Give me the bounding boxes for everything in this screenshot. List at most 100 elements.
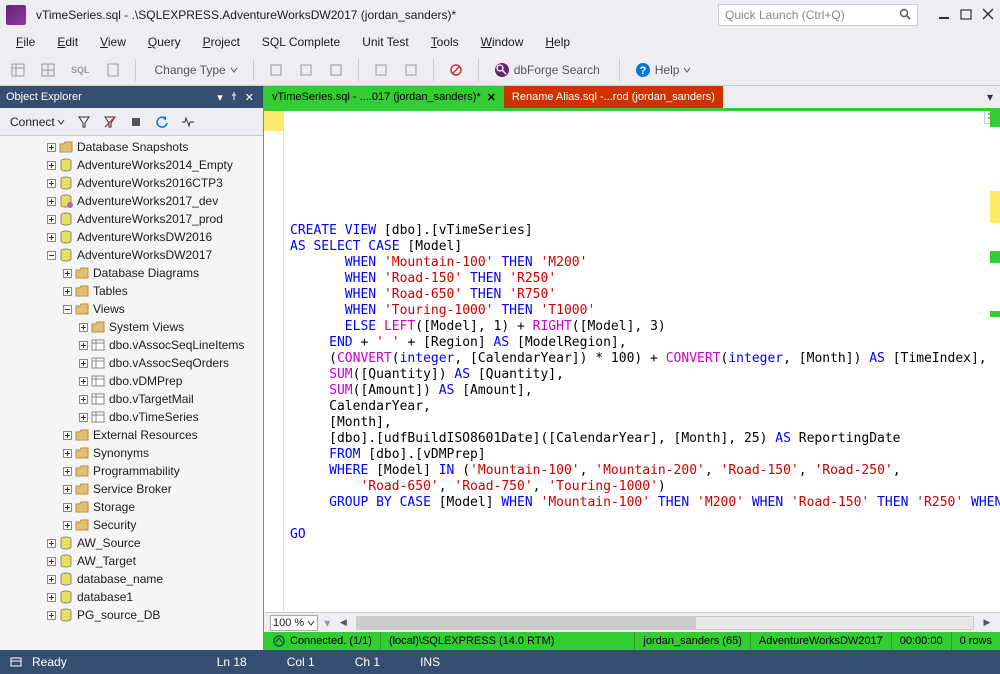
tree-node[interactable]: AdventureWorksDW2017 <box>0 246 263 264</box>
toolbar-cancel-icon[interactable] <box>444 59 468 81</box>
tree-node[interactable]: Programmability <box>0 462 263 480</box>
tree-node[interactable]: Views <box>0 300 263 318</box>
tree-toggle-icon[interactable] <box>76 356 90 370</box>
toolbar-icon-1[interactable] <box>264 59 288 81</box>
oe-refresh-icon[interactable] <box>151 111 173 133</box>
tree-node[interactable]: Service Broker <box>0 480 263 498</box>
panel-pin-icon[interactable] <box>226 91 242 104</box>
menu-query[interactable]: Query <box>138 32 191 52</box>
tree-toggle-icon[interactable] <box>44 212 58 226</box>
close-button[interactable] <box>982 8 994 23</box>
zoom-select[interactable]: 100 % <box>270 615 318 631</box>
tree-toggle-icon[interactable] <box>44 248 58 262</box>
dbforge-search-button[interactable]: dbForge Search <box>489 59 609 81</box>
sql-code[interactable]: CREATE VIEW [dbo].[vTimeSeries]AS SELECT… <box>290 223 1000 543</box>
tree-toggle-icon[interactable] <box>76 320 90 334</box>
tree-toggle-icon[interactable] <box>44 140 58 154</box>
tree-node[interactable]: System Views <box>0 318 263 336</box>
toolbar-icon-5[interactable] <box>399 59 423 81</box>
code-editor[interactable]: CREATE VIEW [dbo].[vTimeSeries]AS SELECT… <box>264 111 1000 612</box>
tree-node[interactable]: Synonyms <box>0 444 263 462</box>
tree-node[interactable]: Tables <box>0 282 263 300</box>
tree-toggle-icon[interactable] <box>44 158 58 172</box>
tree-toggle-icon[interactable] <box>60 482 74 496</box>
tree-node[interactable]: AdventureWorks2017_prod <box>0 210 263 228</box>
menu-file[interactable]: File <box>6 32 45 52</box>
quick-launch-input[interactable]: Quick Launch (Ctrl+Q) <box>718 4 918 26</box>
menu-view[interactable]: View <box>90 32 136 52</box>
tree-node[interactable]: AdventureWorks2016CTP3 <box>0 174 263 192</box>
tree-toggle-icon[interactable] <box>76 392 90 406</box>
tree-toggle-icon[interactable] <box>44 590 58 604</box>
tree-node[interactable]: dbo.vAssocSeqLineItems <box>0 336 263 354</box>
toolbar-icon-3[interactable] <box>324 59 348 81</box>
oe-stop-icon[interactable] <box>125 111 147 133</box>
menu-sqlcomplete[interactable]: SQL Complete <box>252 32 350 52</box>
horizontal-scrollbar[interactable] <box>356 616 974 630</box>
menu-unit-test[interactable]: Unit Test <box>352 32 418 52</box>
minimize-button[interactable] <box>938 8 950 23</box>
tree-node[interactable]: dbo.vAssocSeqOrders <box>0 354 263 372</box>
change-type-dropdown[interactable]: Change Type <box>146 59 243 81</box>
help-dropdown[interactable]: ? Help <box>630 59 697 81</box>
tree-node[interactable]: database1 <box>0 588 263 606</box>
toolbar-grid-icon[interactable] <box>36 59 60 81</box>
object-explorer-tree[interactable]: Database SnapshotsAdventureWorks2014_Emp… <box>0 136 263 650</box>
scroll-right-button[interactable]: ▶ <box>980 617 994 628</box>
menu-project[interactable]: Project <box>193 32 250 52</box>
oe-disconnect-icon[interactable] <box>99 111 121 133</box>
tree-toggle-icon[interactable] <box>60 428 74 442</box>
tree-node[interactable]: AdventureWorks2017_dev <box>0 192 263 210</box>
tree-toggle-icon[interactable] <box>60 500 74 514</box>
menu-tools[interactable]: Tools <box>421 32 469 52</box>
tree-toggle-icon[interactable] <box>60 302 74 316</box>
tree-node[interactable]: AW_Source <box>0 534 263 552</box>
menu-window[interactable]: Window <box>471 32 534 52</box>
panel-dropdown-icon[interactable]: ▾ <box>214 91 226 104</box>
tree-node[interactable]: AdventureWorksDW2016 <box>0 228 263 246</box>
tree-toggle-icon[interactable] <box>60 284 74 298</box>
close-icon[interactable]: ✕ <box>487 91 496 104</box>
tree-toggle-icon[interactable] <box>44 608 58 622</box>
tree-toggle-icon[interactable] <box>60 518 74 532</box>
tab-inactive[interactable]: Rename Alias.sql -...rod (jordan_sanders… <box>504 86 723 108</box>
tree-toggle-icon[interactable] <box>44 572 58 586</box>
tree-toggle-icon[interactable] <box>76 410 90 424</box>
toolbar-icon-2[interactable] <box>294 59 318 81</box>
tree-node[interactable]: AdventureWorks2014_Empty <box>0 156 263 174</box>
tree-node[interactable]: database_name <box>0 570 263 588</box>
tab-overflow-dropdown[interactable]: ▾ <box>980 86 1000 108</box>
panel-close-icon[interactable]: ✕ <box>242 91 257 104</box>
toolbar-sql-icon[interactable]: SQL <box>66 59 95 81</box>
tree-toggle-icon[interactable] <box>60 266 74 280</box>
tree-toggle-icon[interactable] <box>44 176 58 190</box>
menu-help[interactable]: Help <box>535 32 580 52</box>
tree-node[interactable]: Security <box>0 516 263 534</box>
tree-toggle-icon[interactable] <box>44 536 58 550</box>
menu-edit[interactable]: Edit <box>47 32 88 52</box>
maximize-button[interactable] <box>960 8 972 23</box>
tree-node[interactable]: AW_Target <box>0 552 263 570</box>
toolbar-script-icon[interactable] <box>101 59 125 81</box>
toolbar-table-icon[interactable] <box>6 59 30 81</box>
tree-node[interactable]: Database Diagrams <box>0 264 263 282</box>
scroll-left-button[interactable]: ◀ <box>336 617 350 628</box>
tab-active[interactable]: vTimeSeries.sql - ....017 (jordan_sander… <box>264 86 504 108</box>
tree-node[interactable]: External Resources <box>0 426 263 444</box>
tree-toggle-icon[interactable] <box>44 230 58 244</box>
tree-toggle-icon[interactable] <box>60 446 74 460</box>
oe-filter-icon[interactable] <box>73 111 95 133</box>
oe-activity-icon[interactable] <box>177 111 199 133</box>
connect-dropdown[interactable]: Connect <box>6 113 69 131</box>
tree-node[interactable]: Database Snapshots <box>0 138 263 156</box>
tree-node[interactable]: dbo.vTargetMail <box>0 390 263 408</box>
tree-node[interactable]: Storage <box>0 498 263 516</box>
tree-node[interactable]: dbo.vDMPrep <box>0 372 263 390</box>
toolbar-icon-4[interactable] <box>369 59 393 81</box>
tree-toggle-icon[interactable] <box>60 464 74 478</box>
tree-toggle-icon[interactable] <box>44 194 58 208</box>
tree-node[interactable]: dbo.vTimeSeries <box>0 408 263 426</box>
tree-toggle-icon[interactable] <box>76 338 90 352</box>
tree-toggle-icon[interactable] <box>44 554 58 568</box>
tree-toggle-icon[interactable] <box>76 374 90 388</box>
